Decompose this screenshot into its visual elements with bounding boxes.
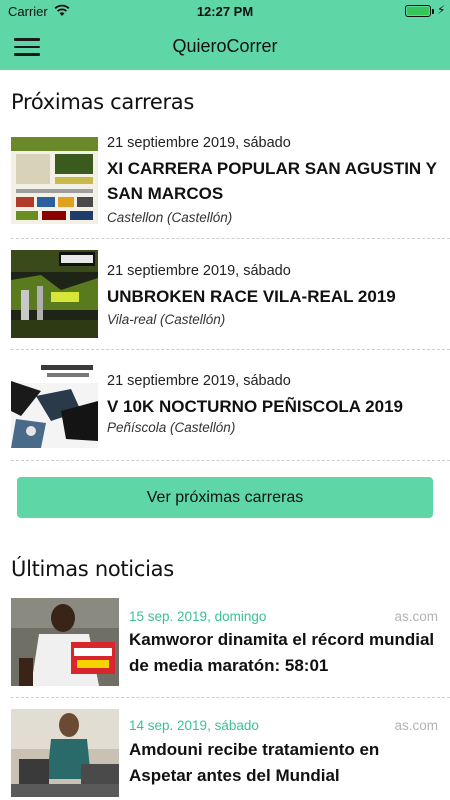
upcoming-races-heading: Próximas carreras bbox=[11, 90, 194, 114]
race-poster-image bbox=[11, 137, 98, 224]
news-date: 15 sep. 2019, domingo bbox=[129, 609, 267, 624]
news-image bbox=[11, 598, 119, 686]
race-name: XI CARRERA POPULAR SAN AGUSTIN Y SAN MAR… bbox=[107, 159, 437, 203]
race-location: Castellon (Castellón) bbox=[107, 210, 233, 225]
race-poster-image bbox=[11, 250, 98, 338]
race-poster-image bbox=[11, 361, 98, 448]
latest-news-heading: Últimas noticias bbox=[11, 557, 174, 581]
news-item[interactable]: 15 sep. 2019, domingo as.com Kamworor di… bbox=[0, 598, 450, 697]
race-date: 21 septiembre 2019, sábado bbox=[107, 373, 291, 389]
race-item[interactable]: 21 septiembre 2019, sábado UNBROKEN RACE… bbox=[0, 238, 450, 349]
news-title: Amdouni recibe tratamiento en Aspetar an… bbox=[129, 740, 380, 785]
news-source: as.com bbox=[394, 609, 438, 624]
race-name: V 10K NOCTURNO PEÑISCOLA 2019 bbox=[107, 397, 403, 416]
race-date: 21 septiembre 2019, sábado bbox=[107, 263, 291, 279]
divider bbox=[11, 460, 450, 461]
news-title: Kamworor dinamita el récord mundial de m… bbox=[129, 630, 435, 675]
news-source: as.com bbox=[394, 718, 438, 733]
news-item[interactable]: 14 sep. 2019, sábado as.com Amdouni reci… bbox=[0, 697, 450, 800]
news-image bbox=[11, 709, 119, 797]
race-location: Peñíscola (Castellón) bbox=[107, 420, 236, 435]
top-bar: Carrier 12:27 PM ⚡ QuieroCorrer bbox=[0, 0, 450, 70]
race-date: 21 septiembre 2019, sábado bbox=[107, 135, 291, 151]
charging-icon: ⚡ bbox=[437, 3, 446, 17]
status-bar: Carrier 12:27 PM ⚡ bbox=[0, 0, 450, 22]
battery-tip bbox=[432, 9, 434, 14]
race-item[interactable]: 21 septiembre 2019, sábado XI CARRERA PO… bbox=[0, 126, 450, 238]
race-name: UNBROKEN RACE VILA-REAL 2019 bbox=[107, 287, 396, 306]
news-date: 14 sep. 2019, sábado bbox=[129, 718, 259, 733]
see-upcoming-races-button[interactable]: Ver próximas carreras bbox=[17, 477, 433, 518]
battery-icon bbox=[405, 5, 431, 17]
app-title: QuieroCorrer bbox=[172, 36, 278, 56]
status-time: 12:27 PM bbox=[196, 4, 254, 19]
race-item[interactable]: 21 septiembre 2019, sábado V 10K NOCTURN… bbox=[0, 349, 450, 460]
race-location: Vila-real (Castellón) bbox=[107, 312, 226, 327]
